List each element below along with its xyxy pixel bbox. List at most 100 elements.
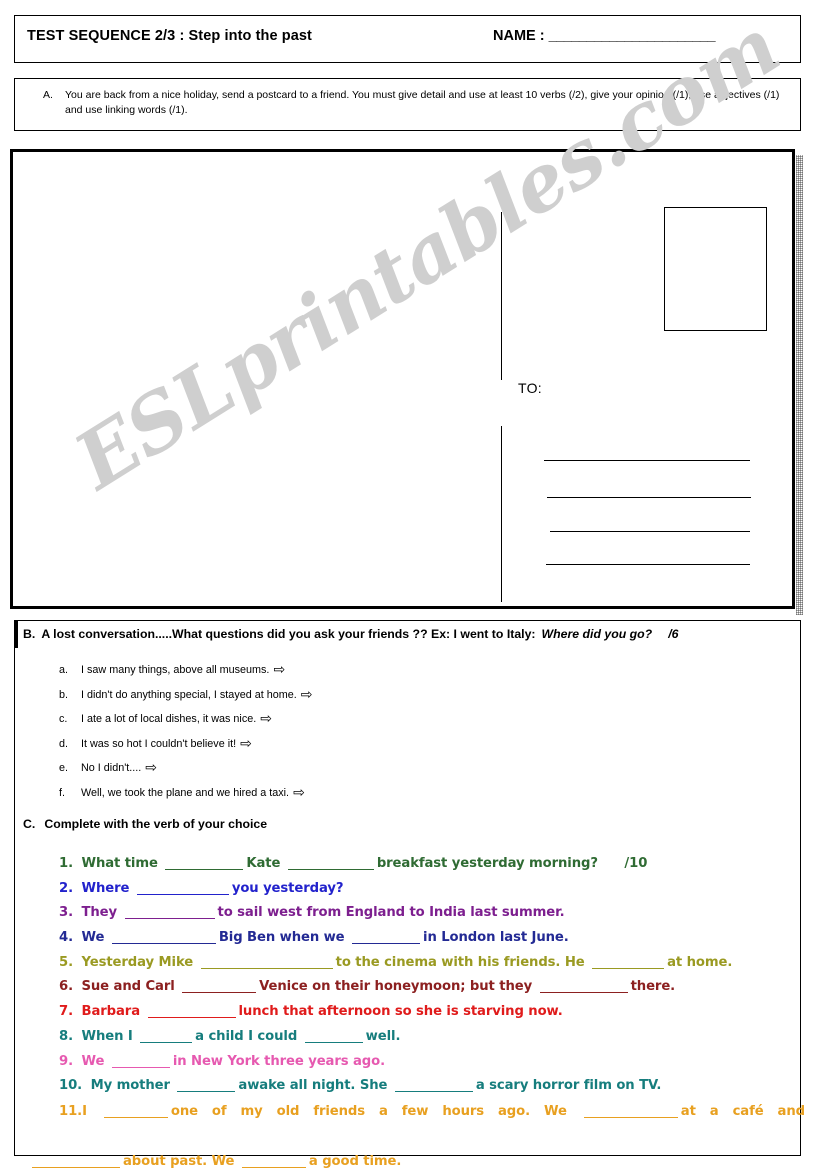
fill-in-blank[interactable] [241,1166,306,1168]
exercise-text: a child I could [195,1028,298,1044]
exercise-text: to sail west from England to India last … [217,905,565,921]
exercise-item: 7. Barbara lunch that afternoon so she i… [59,1000,791,1025]
exercise-text: I [82,1103,87,1119]
exercise-number: 3. [59,905,73,921]
postcard-shadow-edge [796,155,803,615]
exercise-text: Big Ben when we [218,930,345,946]
exercise-text: at a café and [680,1103,805,1119]
exercise-item: 3. They to sail west from England to Ind… [59,901,791,926]
section-b-item: c. I ate a lot of local dishes, it was ni… [59,711,759,736]
exercise-number: 7. [59,1004,73,1020]
fill-in-blank[interactable] [111,943,216,945]
exercise-item: 6. Sue and Carl Venice on their honeymoo… [59,975,791,1000]
exercise-number: 2. [59,880,73,896]
address-line-1 [544,460,750,461]
fill-in-blank[interactable] [352,943,421,945]
instruction-a-letter: A. [43,89,53,101]
name-blank-line: ______________________ [548,28,716,44]
right-arrow-icon: ⇨ [240,734,252,751]
page-title: TEST SEQUENCE 2/3 : Step into the past [27,28,312,44]
section-b-item-text: No I didn't.... [81,762,142,774]
section-c-list: 1. What time Kate breakfast yesterday mo… [32,852,805,1174]
section-b-item: a. I saw many things, above all museums. ⇨ [59,662,759,687]
exercise-text: lunch that afternoon so she is starving … [238,1004,563,1020]
section-c-heading: C. Complete with the verb of your choice [23,817,267,831]
name-label: NAME : [493,28,549,44]
exercise-text: They [81,905,118,921]
section-b-item: d. It was so hot I couldn't believe it! ⇨ [59,736,759,761]
fill-in-blank[interactable] [124,918,215,920]
postcard-area: TO: [10,149,803,615]
exercise-text: Venice on their honeymoon; but they [259,979,533,995]
exercise-text: Sue and Carl [81,979,175,995]
exercise-text: What time [81,856,158,871]
exercise-text: Where [81,880,130,896]
fill-in-blank[interactable] [177,1091,236,1093]
fill-in-blank[interactable] [592,967,665,969]
section-b-item: b. I didn't do anything special, I stayed… [59,687,759,712]
fill-in-blank[interactable] [32,1166,120,1168]
section-b-item: e. No I didn't.... ⇨ [59,760,759,785]
section-b-letter: B. [23,627,36,641]
fill-in-blank[interactable] [140,1041,193,1043]
exercise-text: to the cinema with his friends. He [335,954,585,970]
exercise-text: well. [365,1028,401,1044]
exercise-text: Barbara [81,1004,141,1020]
fill-in-blank[interactable] [147,1017,236,1019]
fill-in-blank[interactable] [111,1066,170,1068]
address-line-2 [547,497,751,498]
section-c-heading-text: Complete with the verb of your choice [44,817,268,831]
fill-in-blank[interactable] [287,869,374,870]
fill-in-blank[interactable] [136,893,229,895]
section-c-letter: C. [23,817,36,831]
fill-in-blank[interactable] [394,1091,473,1093]
section-b-item-text: I saw many things, above all museums. [81,664,270,676]
exercise-item-line: 11.I one of my old friends a few hours a… [59,1099,805,1149]
exercise-text: Yesterday Mike [81,954,194,970]
exercise-text: one of my old friends a few hours ago. W… [170,1103,567,1119]
fill-in-blank[interactable] [539,992,628,994]
exercise-number: 11. [59,1103,83,1119]
section-b-item-text: I ate a lot of local dishes, it was nice… [81,713,257,725]
exercise-number: 5. [59,954,73,970]
exercise-text: We [81,930,105,946]
section-b-list: a. I saw many things, above all museums. ⇨… [59,662,759,809]
exercise-item: 2. Where you yesterday? [59,877,791,902]
exercise-item: 1. What time Kate breakfast yesterday mo… [59,852,791,877]
fill-in-blank[interactable] [103,1116,168,1118]
exercise-number: 10. [59,1078,83,1094]
exercise-text: We [81,1053,105,1069]
fill-in-blank[interactable] [200,967,333,969]
section-b-example: Where did you go? [541,627,653,641]
exercise-number: 9. [59,1053,73,1069]
right-arrow-icon: ⇨ [260,710,272,726]
header-box: TEST SEQUENCE 2/3 : Step into the past N… [14,15,801,63]
exercise-item-line: about past. We a good time. [29,1149,805,1174]
stamp-box [664,207,767,331]
exercise-text: a scary horror film on TV. [475,1078,662,1094]
postcard-divider-top [501,212,502,380]
exercise-text: breakfast yesterday morning? [376,856,598,871]
exercise-text: When I [81,1028,133,1044]
section-b-item-index: e. [59,762,69,774]
name-field: NAME : ______________________ [493,28,716,44]
exercise-item: 11.I one of my old friends a few hours a… [32,1099,805,1174]
worksheet-page: TEST SEQUENCE 2/3 : Step into the past N… [0,0,821,1169]
section-b-heading-text: A lost conversation.....What questions d… [41,627,536,641]
section-b-item: f. Well, we took the plane and we hired a… [59,785,759,810]
fill-in-blank[interactable] [304,1041,363,1043]
exercise-score: /10 [624,856,648,871]
exercise-number: 6. [59,979,73,995]
fill-in-blank[interactable] [165,869,244,870]
instruction-a-text: You are back from a nice holiday, send a… [65,89,780,117]
fill-in-blank[interactable] [182,992,257,994]
exercise-text: Kate [246,856,281,871]
section-bc-box: B. A lost conversation.....What questions… [14,620,805,1169]
fill-in-blank[interactable] [583,1116,678,1118]
exercise-text: awake all night. She [238,1078,388,1094]
section-b-item-index: a. [59,664,69,676]
section-b-item-index: b. [59,688,69,701]
postcard-divider-bottom [501,426,502,602]
instruction-box-a: A. You are back from a nice holiday, sen… [14,78,801,131]
address-line-3 [550,531,750,532]
